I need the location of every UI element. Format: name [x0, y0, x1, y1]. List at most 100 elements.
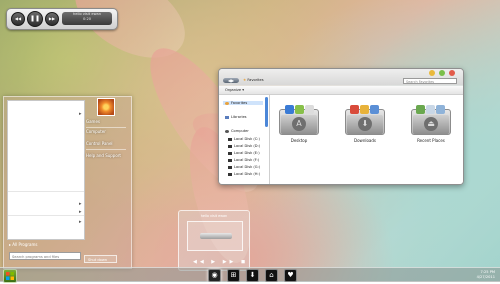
folder-label: Recent Places: [417, 138, 445, 143]
start-item-help[interactable]: Help and Support: [86, 153, 121, 158]
folder-thumbnail: [426, 105, 435, 114]
folder-thumbnail: [370, 105, 379, 114]
folder-thumbnail: [436, 105, 445, 114]
folder-thumbnail: [295, 105, 304, 114]
folder-label: Downloads: [354, 138, 376, 143]
disk-icon: [228, 137, 232, 141]
close-button[interactable]: [449, 70, 455, 76]
submenu-arrow[interactable]: ▸: [79, 209, 82, 215]
nav-item-computer[interactable]: Computer: [225, 129, 249, 133]
app-store-icon: A: [292, 117, 306, 131]
folder-desktop[interactable]: A Desktop: [276, 103, 322, 143]
star-icon: ★: [243, 78, 247, 82]
window-titlebar[interactable]: ◀▶ ★ Favorites Search Favorites: [219, 69, 463, 85]
search-input[interactable]: Search Favorites: [403, 78, 457, 84]
folder-icon: A: [279, 103, 319, 135]
all-programs-button[interactable]: ▸ All Programs: [9, 242, 37, 247]
user-avatar: [97, 98, 115, 116]
disk-icon: [228, 165, 232, 169]
all-programs-label: All Programs: [12, 242, 38, 247]
start-item-games[interactable]: Games: [86, 119, 100, 124]
address-text: Favorites: [247, 78, 264, 82]
nav-item-label: Local Disk (G:): [234, 165, 261, 169]
now-playing-display: hello visit ewan 0:20: [62, 12, 112, 25]
navigation-pane: Favorites Libraries Computer Local Disk …: [219, 95, 270, 184]
folder-thumbnail: [350, 105, 359, 114]
folder-recent-places[interactable]: ⏏ Recent Places: [408, 103, 454, 143]
nav-item-label: Computer: [231, 129, 249, 133]
command-bar: Organize ▾: [219, 86, 463, 95]
preview-image: [187, 221, 243, 251]
media-player-icon[interactable]: ◉: [208, 269, 221, 282]
shutdown-button[interactable]: Shut down: [84, 255, 117, 263]
heart-icon[interactable]: ♥: [284, 269, 297, 282]
nav-item-label: Favorites: [231, 101, 248, 105]
nav-scrollbar[interactable]: [265, 97, 268, 127]
preview-title: hello visit ewan: [200, 214, 228, 218]
nav-item-label: Local Disk (E:): [234, 151, 260, 155]
maximize-button[interactable]: [439, 70, 445, 76]
organize-label: Organize: [225, 88, 242, 92]
home-icon[interactable]: ⌂: [265, 269, 278, 282]
previous-button[interactable]: ◀◀: [11, 12, 25, 26]
nav-item-disk[interactable]: Local Disk (C:): [228, 137, 260, 141]
disk-icon: [228, 151, 232, 155]
star-icon: [225, 101, 229, 105]
submenu-arrow[interactable]: ▸: [79, 111, 82, 117]
menu-separator: [86, 149, 126, 150]
disk-icon: [228, 158, 232, 162]
list-divider: [8, 191, 84, 192]
nav-item-label: Local Disk (D:): [234, 144, 261, 148]
disk-icon: [228, 144, 232, 148]
nav-item-disk[interactable]: Local Disk (F:): [228, 158, 259, 162]
track-time: 0:20: [82, 17, 92, 21]
back-forward-button[interactable]: ◀▶: [223, 78, 239, 83]
nav-item-label: Libraries: [231, 115, 247, 119]
folder-thumbnail: [305, 105, 314, 114]
start-search-input[interactable]: Search programs and files: [9, 252, 81, 260]
nav-item-favorites[interactable]: Favorites: [223, 101, 263, 105]
taskbar-thumbnail-preview[interactable]: hello visit ewan ◀◀ ▶ ▶▶ ◼: [178, 210, 250, 271]
folder-thumbnail: [360, 105, 369, 114]
start-menu: ▸ ▸ ▸ ▸ ▸ All Programs Search programs a…: [3, 96, 132, 269]
preview-controls[interactable]: ◀◀ ▶ ▶▶ ◼: [193, 259, 248, 265]
menu-separator: [86, 127, 126, 128]
computer-icon: [225, 129, 229, 133]
download-icon[interactable]: ⬇: [246, 269, 259, 282]
pause-button[interactable]: ❚❚: [27, 11, 43, 27]
start-item-computer[interactable]: Computer: [86, 129, 106, 134]
windows-explorer-icon[interactable]: ⊞: [227, 269, 240, 282]
recent-places-icon: ⏏: [424, 117, 438, 131]
nav-item-disk[interactable]: Local Disk (D:): [228, 144, 260, 148]
nav-item-disk[interactable]: Local Disk (H:): [228, 172, 260, 176]
taskbar: ◉ ⊞ ⬇ ⌂ ♥ 7:25 PM 4/27/2011: [0, 267, 500, 283]
nav-item-disk[interactable]: Local Disk (E:): [228, 151, 260, 155]
folder-thumbnail: [416, 105, 425, 114]
nav-item-disk[interactable]: Local Disk (G:): [228, 165, 260, 169]
nav-item-label: Local Disk (H:): [234, 172, 261, 176]
preview-mini-player: [200, 233, 232, 239]
folder-thumbnail: [285, 105, 294, 114]
submenu-arrow[interactable]: ▸: [79, 201, 82, 207]
next-button[interactable]: ▶▶: [45, 12, 59, 26]
explorer-window: ◀▶ ★ Favorites Search Favorites Organize…: [218, 68, 464, 185]
windows-logo-icon: [6, 272, 14, 280]
system-clock[interactable]: 7:25 PM 4/27/2011: [477, 270, 495, 280]
folder-content-area: A Desktop ⬇ Downloads ⏏ Recent Places: [270, 95, 463, 184]
media-player-gadget: ◀◀ ❚❚ ▶▶ hello visit ewan 0:20: [6, 8, 118, 30]
submenu-arrow[interactable]: ▸: [79, 219, 82, 225]
download-icon: ⬇: [358, 117, 372, 131]
organize-button[interactable]: Organize ▾: [225, 87, 244, 93]
address-bar[interactable]: ★ Favorites: [243, 78, 393, 83]
folder-icon: ⏏: [411, 103, 451, 135]
nav-item-label: Local Disk (F:): [234, 158, 260, 162]
folder-downloads[interactable]: ⬇ Downloads: [342, 103, 388, 143]
folder-label: Desktop: [290, 138, 308, 143]
start-menu-programs-list: ▸ ▸ ▸ ▸: [7, 100, 85, 240]
folder-icon: ⬇: [345, 103, 385, 135]
minimize-button[interactable]: [429, 70, 435, 76]
nav-item-label: Local Disk (C:): [234, 137, 260, 141]
start-item-control-panel[interactable]: Control Panel: [86, 141, 113, 146]
disk-icon: [228, 172, 232, 176]
nav-item-libraries[interactable]: Libraries: [225, 115, 247, 119]
